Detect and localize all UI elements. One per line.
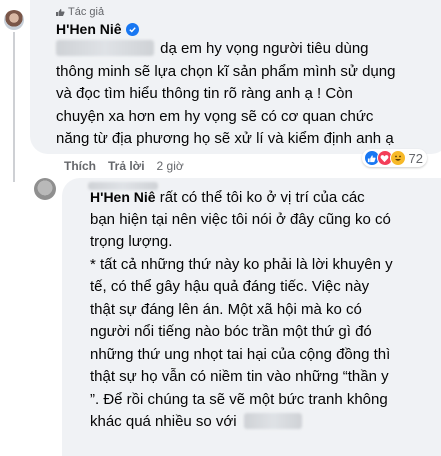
reactions-summary[interactable]: 72 [361, 149, 427, 167]
comment-line: ”. Để rồi chúng ta sẽ vẽ một bức tranh k… [90, 390, 388, 408]
redacted-mention [56, 40, 154, 56]
comment-line: khác quá nhiều so với [90, 411, 393, 434]
mention-name[interactable]: H'Hen Niê [90, 189, 156, 205]
comment-line: và đọc tìm hiểu thông tin rõ ràng anh ạ … [56, 85, 353, 102]
reaction-count: 72 [408, 150, 423, 166]
redacted-mention [243, 413, 302, 429]
author-badge-icon [56, 8, 65, 16]
comment-line: chuyện xa hơn em hy vọng sẽ có cơ quan c… [56, 107, 374, 125]
comment-line: * tất cả những thứ này ko phải là lời kh… [90, 255, 393, 273]
comment-line: trọng lượng. [90, 233, 173, 250]
comment-line: thông minh sẽ lựa chọn kĩ sản phẩm mình … [56, 62, 396, 80]
comment-line: thật sự đáng lên án. Một xã hội mà ko có [90, 300, 362, 318]
comment-text: dạ em hy vọng người tiêu dùng thông minh… [56, 38, 395, 151]
author-tag-label: Tác giả [68, 6, 105, 18]
comment-line: tế, có thể gây hậu quả đáng tiếc. Việc n… [90, 278, 370, 295]
author-tag: Tác giả [55, 6, 104, 18]
comment-line: người nổi tiếng nào bóc trần một thứ gì … [90, 323, 372, 340]
timestamp[interactable]: 2 giờ [157, 159, 184, 173]
avatar[interactable] [34, 178, 56, 200]
comment-text: H'Hen Niê rất có thể tôi ko ở vị trí của… [90, 186, 393, 434]
verified-icon [125, 22, 139, 36]
comment-author-name[interactable]: H'Hen Niê [56, 21, 139, 37]
comment-line: năng từ địa phương họ sẽ xử lí và kiểm đ… [56, 130, 394, 147]
thread-line [13, 32, 15, 182]
comment-line: những thứ ung nhọt tai hại của cộng đồng… [90, 345, 391, 363]
comment-line: bạn hiện tại nên việc tôi nói ở đây cũng… [90, 210, 391, 228]
avatar[interactable] [4, 10, 24, 30]
comment-line: H'Hen Niê rất có thể tôi ko ở vị trí của… [90, 189, 365, 206]
comment-actions: Thích Trả lời 2 giờ [64, 159, 184, 173]
like-button[interactable]: Thích [64, 159, 96, 173]
author-name[interactable]: H'Hen Niê [56, 21, 122, 37]
comment-line: thật sự họ vẫn có niềm tin vào những “th… [90, 368, 389, 385]
reply-button[interactable]: Trả lời [108, 159, 145, 173]
haha-icon [389, 150, 406, 166]
comment-line: dạ em hy vọng người tiêu dùng [56, 38, 395, 61]
